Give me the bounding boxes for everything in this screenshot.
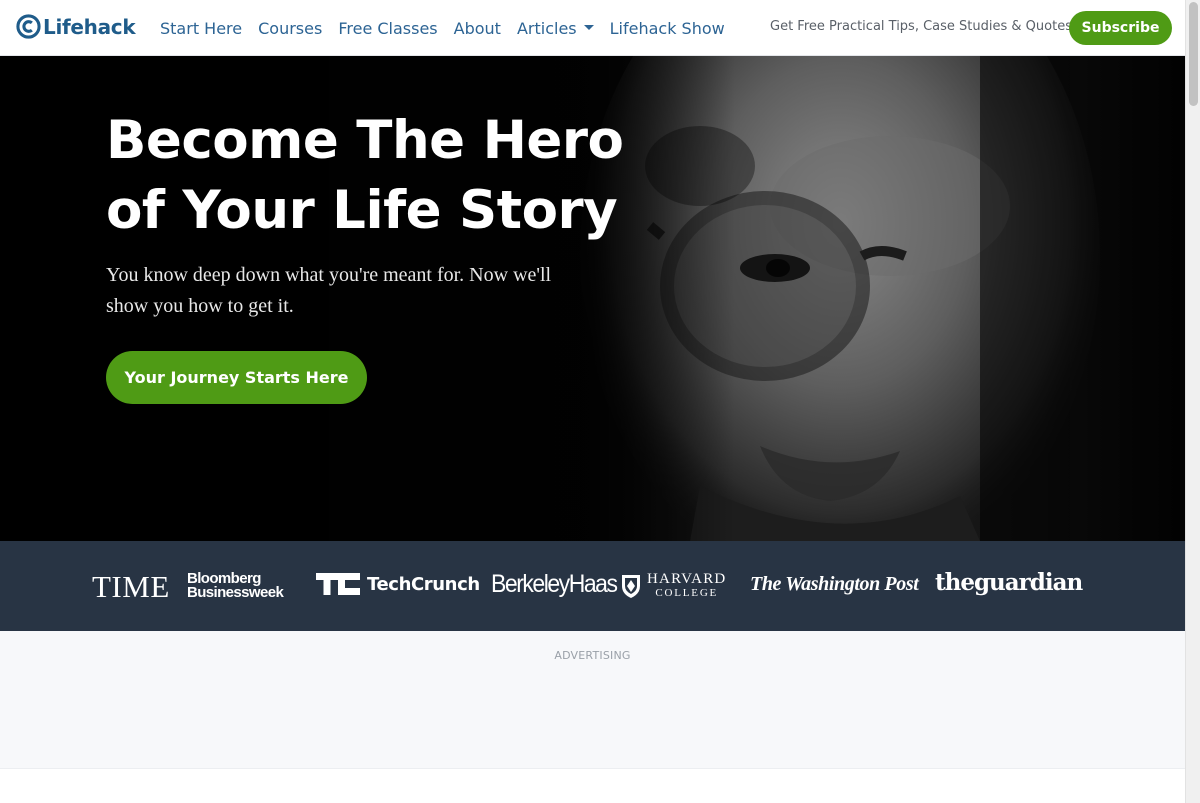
nav-courses[interactable]: Courses [250, 19, 330, 38]
techcrunch-logo: TechCrunch [316, 573, 480, 595]
hero-section: Become The Hero of Your Life Story You k… [0, 56, 1185, 541]
nav-articles-label: Articles [516, 18, 577, 38]
page-scrollbar[interactable] [1185, 0, 1200, 803]
techcrunch-mark-icon [316, 573, 360, 595]
nav-lifehack-show[interactable]: Lifehack Show [602, 19, 733, 38]
hero-title: Become The Hero of Your Life Story [106, 106, 726, 246]
harvard-line1: HARVARD [647, 571, 727, 587]
harvard-wordmark: HARVARD COLLEGE [647, 572, 726, 600]
subscribe-button[interactable]: Subscribe [1069, 11, 1172, 45]
lifehack-logo[interactable]: Lifehack [16, 14, 136, 39]
time-logo: TIME [92, 569, 170, 604]
berkeley-haas-logo: BerkeleyHaas [491, 570, 618, 598]
scrollbar-thumb[interactable] [1189, 2, 1198, 106]
subscribe-tagline: Get Free Practical Tips, Case Studies & … [770, 19, 1072, 34]
guardian-logo: theguardian [935, 569, 1083, 596]
lifehack-logo-icon [16, 14, 41, 39]
advertising-label: ADVERTISING [554, 649, 631, 662]
nav-articles-dropdown[interactable]: Articles [509, 19, 602, 38]
logo-wordmark: Lifehack [43, 14, 136, 39]
main-nav: Start Here Courses Free Classes About Ar… [152, 0, 733, 56]
advertising-area: ADVERTISING [0, 631, 1185, 769]
bloomberg-line2: Businessweek [187, 584, 284, 601]
techcrunch-wordmark: TechCrunch [367, 573, 480, 595]
harvard-shield-icon [622, 574, 640, 598]
nav-start-here[interactable]: Start Here [152, 19, 250, 38]
harvard-line2: COLLEGE [655, 587, 719, 599]
press-logos-bar: TIME Bloomberg Businessweek TechCrunch B… [0, 541, 1185, 631]
bloomberg-businessweek-logo: Bloomberg Businessweek [187, 571, 284, 601]
hero-subtitle: You know deep down what you're meant for… [106, 264, 552, 317]
harvard-college-logo: HARVARD COLLEGE [621, 572, 726, 600]
nav-about[interactable]: About [446, 19, 509, 38]
top-navbar: Lifehack Start Here Courses Free Classes… [0, 0, 1185, 56]
chevron-down-icon [583, 24, 594, 30]
washington-post-logo: The Washington Post [750, 573, 919, 595]
journey-cta-button[interactable]: Your Journey Starts Here [106, 351, 367, 404]
hero-title-line1: Become The Hero [106, 110, 624, 171]
nav-free-classes[interactable]: Free Classes [330, 19, 445, 38]
hero-title-line2: of Your Life Story [106, 180, 618, 241]
